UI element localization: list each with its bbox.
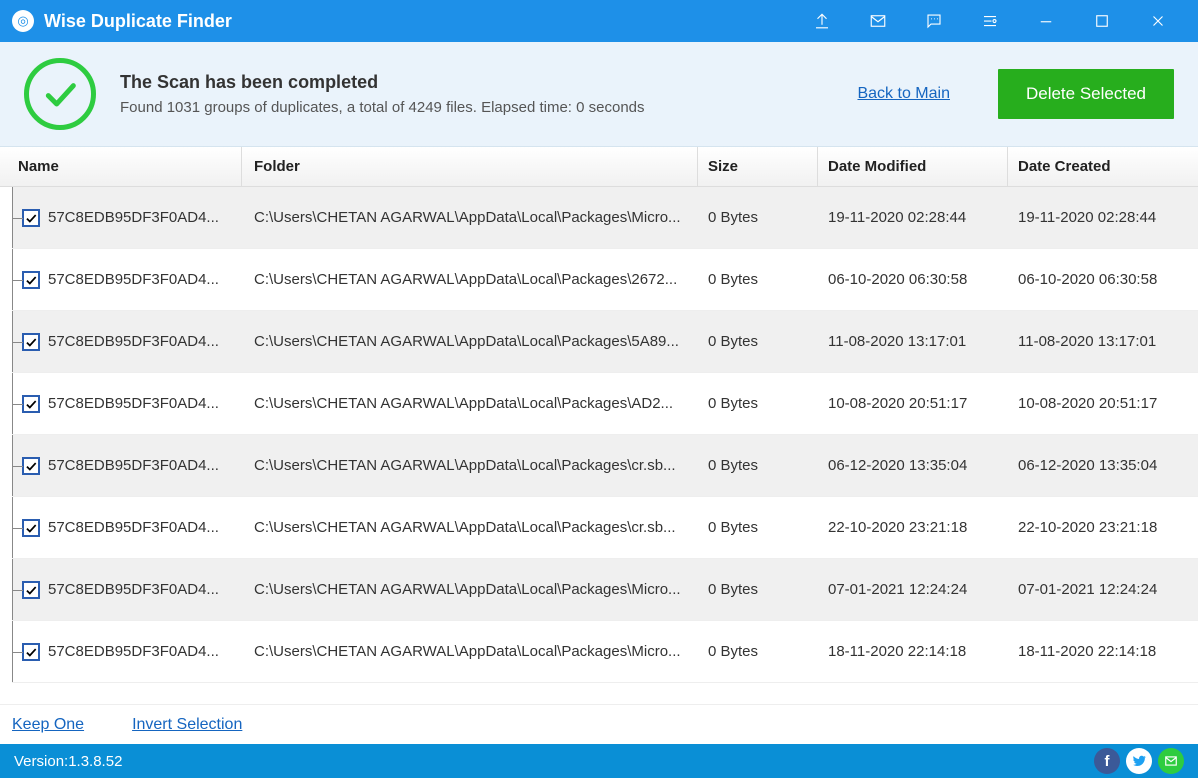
row-folder: C:\Users\CHETAN AGARWAL\AppData\Local\Pa…: [242, 457, 698, 474]
email-icon[interactable]: [1158, 748, 1184, 774]
invert-selection-link[interactable]: Invert Selection: [132, 716, 242, 734]
row-folder: C:\Users\CHETAN AGARWAL\AppData\Local\Pa…: [242, 209, 698, 226]
table-row[interactable]: 57C8EDB95DF3F0AD4... C:\Users\CHETAN AGAR…: [12, 435, 1198, 497]
row-name: 57C8EDB95DF3F0AD4...: [48, 395, 219, 412]
row-name: 57C8EDB95DF3F0AD4...: [48, 333, 219, 350]
row-created: 18-11-2020 22:14:18: [1008, 643, 1198, 660]
row-checkbox[interactable]: [22, 581, 40, 599]
row-size: 0 Bytes: [698, 643, 818, 660]
row-checkbox[interactable]: [22, 271, 40, 289]
row-name: 57C8EDB95DF3F0AD4...: [48, 581, 219, 598]
table-row[interactable]: 57C8EDB95DF3F0AD4... C:\Users\CHETAN AGAR…: [12, 559, 1198, 621]
delete-selected-button[interactable]: Delete Selected: [998, 69, 1174, 119]
row-modified: 06-10-2020 06:30:58: [818, 271, 1008, 288]
row-name: 57C8EDB95DF3F0AD4...: [48, 519, 219, 536]
upgrade-icon[interactable]: [794, 0, 850, 42]
row-folder: C:\Users\CHETAN AGARWAL\AppData\Local\Pa…: [242, 581, 698, 598]
row-size: 0 Bytes: [698, 395, 818, 412]
column-size[interactable]: Size: [698, 147, 818, 186]
maximize-icon[interactable]: [1074, 0, 1130, 42]
row-folder: C:\Users\CHETAN AGARWAL\AppData\Local\Pa…: [242, 643, 698, 660]
row-name: 57C8EDB95DF3F0AD4...: [48, 271, 219, 288]
column-modified[interactable]: Date Modified: [818, 147, 1008, 186]
table-row[interactable]: 57C8EDB95DF3F0AD4... C:\Users\CHETAN AGAR…: [12, 621, 1198, 683]
table-row[interactable]: 57C8EDB95DF3F0AD4... C:\Users\CHETAN AGAR…: [12, 373, 1198, 435]
table-row[interactable]: 57C8EDB95DF3F0AD4... C:\Users\CHETAN AGAR…: [12, 497, 1198, 559]
result-banner: The Scan has been completed Found 1031 g…: [0, 42, 1198, 147]
banner-heading: The Scan has been completed: [120, 72, 833, 93]
row-checkbox[interactable]: [22, 209, 40, 227]
feedback-icon[interactable]: [906, 0, 962, 42]
row-checkbox[interactable]: [22, 395, 40, 413]
app-logo-icon: ◎: [12, 10, 34, 32]
twitter-icon[interactable]: [1126, 748, 1152, 774]
table-row[interactable]: 57C8EDB95DF3F0AD4... C:\Users\CHETAN AGAR…: [12, 187, 1198, 249]
footer-links: Keep One Invert Selection: [0, 704, 1198, 744]
row-modified: 19-11-2020 02:28:44: [818, 209, 1008, 226]
row-modified: 18-11-2020 22:14:18: [818, 643, 1008, 660]
column-created[interactable]: Date Created: [1008, 147, 1198, 186]
row-created: 06-12-2020 13:35:04: [1008, 457, 1198, 474]
settings-icon[interactable]: [962, 0, 1018, 42]
row-modified: 10-08-2020 20:51:17: [818, 395, 1008, 412]
row-modified: 11-08-2020 13:17:01: [818, 333, 1008, 350]
row-created: 19-11-2020 02:28:44: [1008, 209, 1198, 226]
mail-icon[interactable]: [850, 0, 906, 42]
minimize-icon[interactable]: [1018, 0, 1074, 42]
app-title: Wise Duplicate Finder: [44, 11, 232, 32]
column-headers: Name Folder Size Date Modified Date Crea…: [0, 147, 1198, 187]
row-checkbox[interactable]: [22, 457, 40, 475]
row-checkbox[interactable]: [22, 333, 40, 351]
close-icon[interactable]: [1130, 0, 1186, 42]
row-name: 57C8EDB95DF3F0AD4...: [48, 457, 219, 474]
table-row[interactable]: 57C8EDB95DF3F0AD4... C:\Users\CHETAN AGAR…: [12, 311, 1198, 373]
column-name[interactable]: Name: [0, 147, 242, 186]
version-label: Version:1.3.8.52: [14, 753, 122, 770]
keep-one-link[interactable]: Keep One: [12, 716, 84, 734]
results-list[interactable]: 57C8EDB95DF3F0AD4... C:\Users\CHETAN AGAR…: [0, 187, 1198, 704]
row-size: 0 Bytes: [698, 581, 818, 598]
row-checkbox[interactable]: [22, 643, 40, 661]
row-modified: 22-10-2020 23:21:18: [818, 519, 1008, 536]
table-row[interactable]: 57C8EDB95DF3F0AD4... C:\Users\CHETAN AGAR…: [12, 249, 1198, 311]
row-name: 57C8EDB95DF3F0AD4...: [48, 209, 219, 226]
titlebar: ◎ Wise Duplicate Finder: [0, 0, 1198, 42]
row-checkbox[interactable]: [22, 519, 40, 537]
row-created: 10-08-2020 20:51:17: [1008, 395, 1198, 412]
row-modified: 06-12-2020 13:35:04: [818, 457, 1008, 474]
row-created: 22-10-2020 23:21:18: [1008, 519, 1198, 536]
row-size: 0 Bytes: [698, 209, 818, 226]
row-created: 06-10-2020 06:30:58: [1008, 271, 1198, 288]
row-folder: C:\Users\CHETAN AGARWAL\AppData\Local\Pa…: [242, 333, 698, 350]
row-size: 0 Bytes: [698, 519, 818, 536]
row-modified: 07-01-2021 12:24:24: [818, 581, 1008, 598]
column-folder[interactable]: Folder: [242, 147, 698, 186]
row-size: 0 Bytes: [698, 457, 818, 474]
row-folder: C:\Users\CHETAN AGARWAL\AppData\Local\Pa…: [242, 271, 698, 288]
back-to-main-link[interactable]: Back to Main: [857, 85, 949, 103]
row-name: 57C8EDB95DF3F0AD4...: [48, 643, 219, 660]
row-folder: C:\Users\CHETAN AGARWAL\AppData\Local\Pa…: [242, 395, 698, 412]
row-created: 11-08-2020 13:17:01: [1008, 333, 1198, 350]
row-size: 0 Bytes: [698, 271, 818, 288]
row-folder: C:\Users\CHETAN AGARWAL\AppData\Local\Pa…: [242, 519, 698, 536]
facebook-icon[interactable]: f: [1094, 748, 1120, 774]
banner-subtext: Found 1031 groups of duplicates, a total…: [120, 99, 833, 116]
row-size: 0 Bytes: [698, 333, 818, 350]
checkmark-icon: [24, 58, 96, 130]
row-created: 07-01-2021 12:24:24: [1008, 581, 1198, 598]
status-bar: Version:1.3.8.52 f: [0, 744, 1198, 778]
